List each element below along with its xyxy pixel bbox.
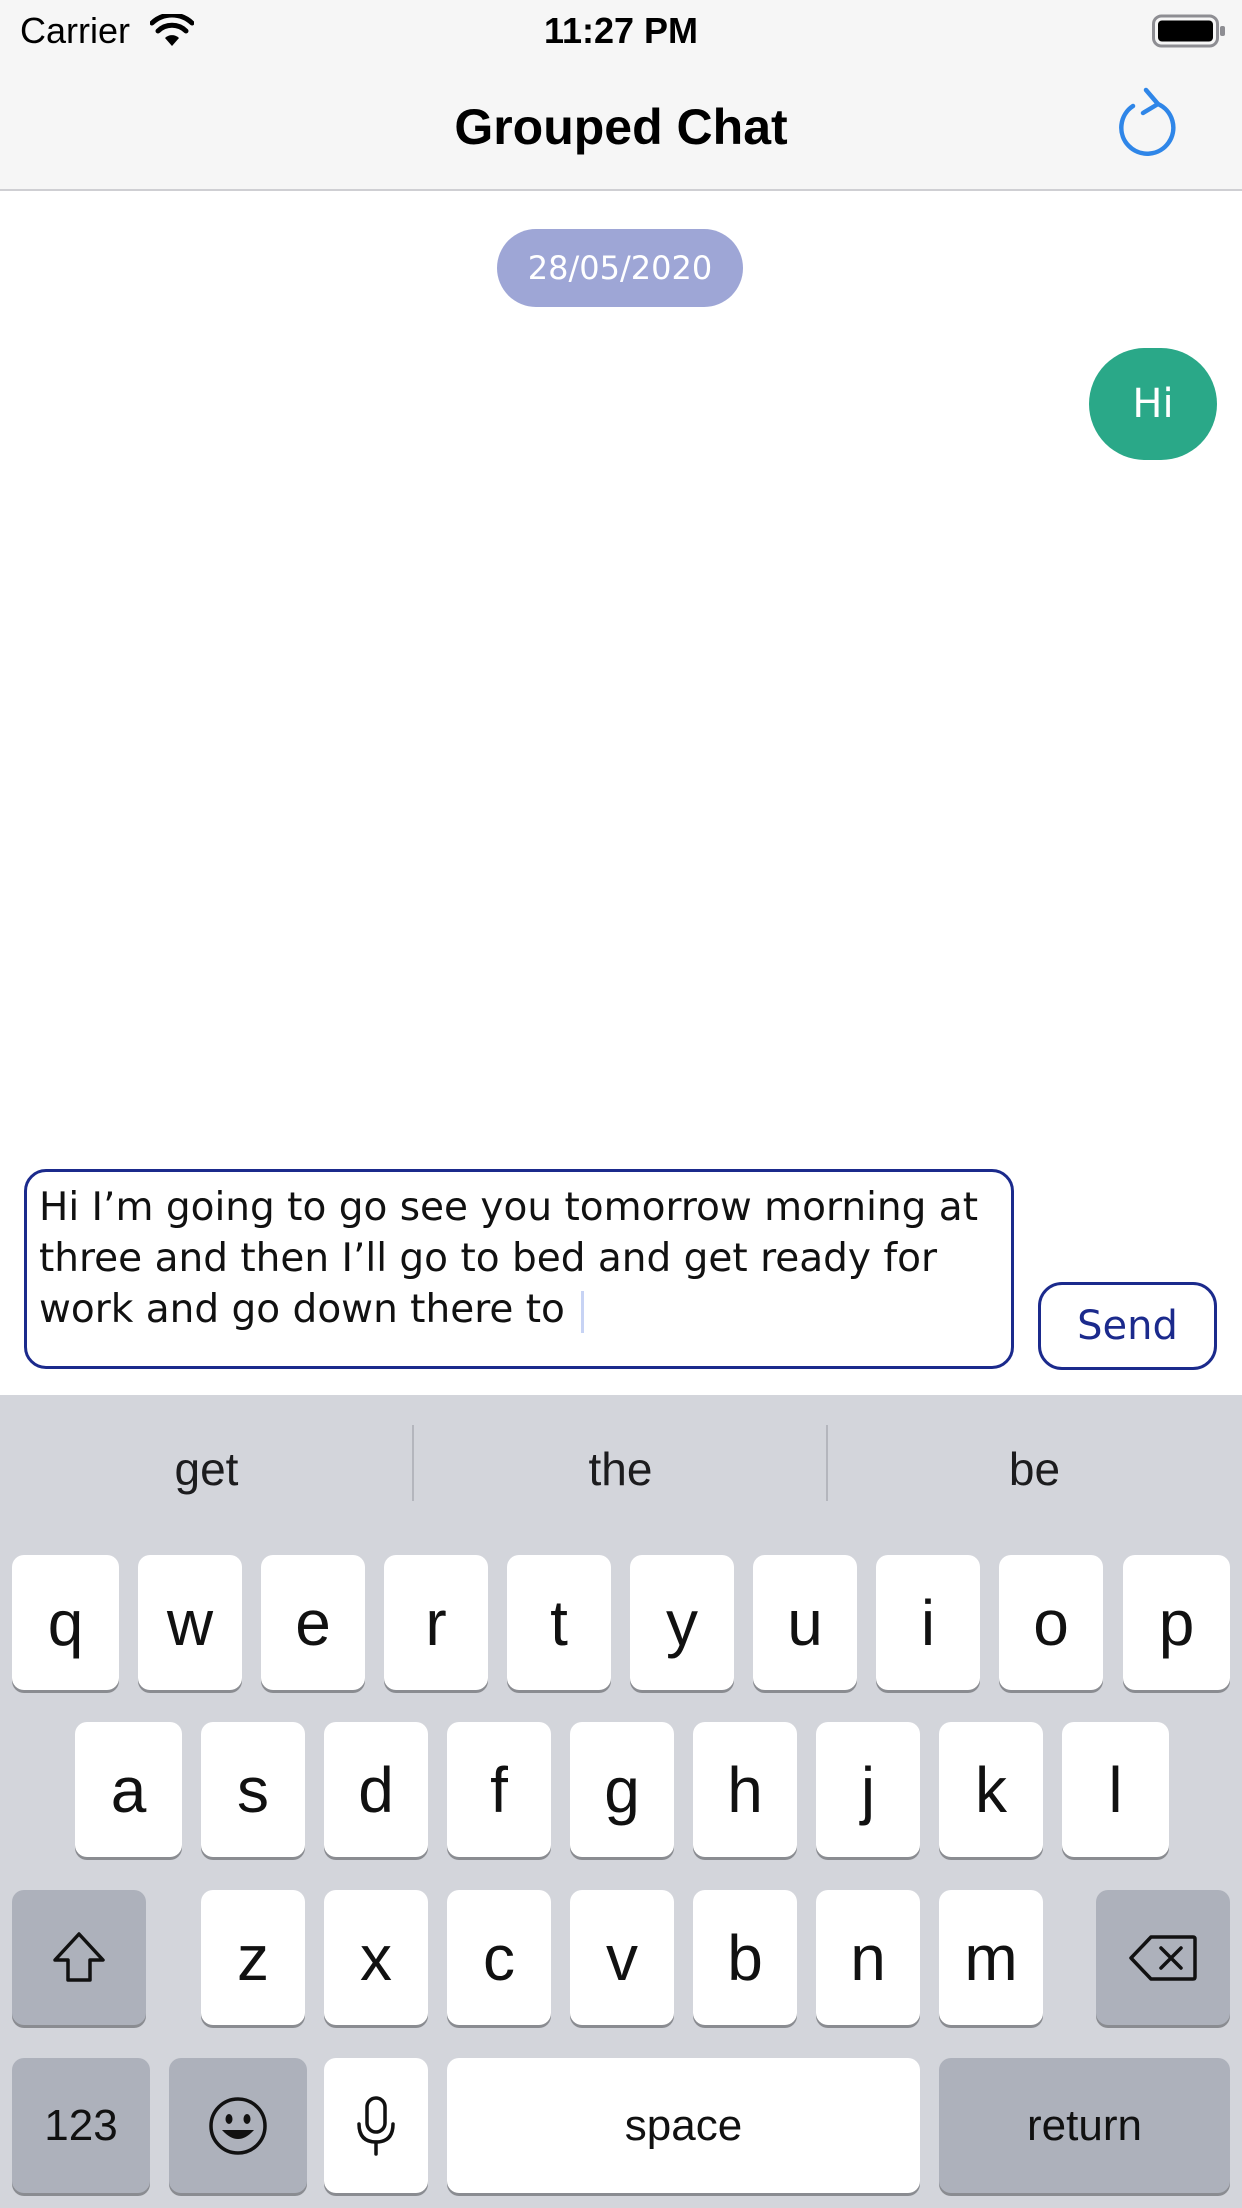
- outgoing-message[interactable]: Hi: [1089, 348, 1217, 460]
- date-separator: 28/05/2020: [497, 229, 743, 307]
- shift-icon: [53, 1931, 105, 1982]
- key-m[interactable]: m: [939, 1890, 1043, 2025]
- key-y[interactable]: y: [630, 1555, 734, 1690]
- key-v[interactable]: v: [570, 1890, 674, 2025]
- message-input[interactable]: Hi I’m going to go see you tomorrow morn…: [24, 1169, 1014, 1369]
- key-p[interactable]: p: [1123, 1555, 1230, 1690]
- suggestion-3[interactable]: be: [828, 1435, 1241, 1503]
- status-bar: Carrier 11:27 PM: [0, 0, 1242, 62]
- delete-key[interactable]: [1096, 1890, 1230, 2025]
- shift-key[interactable]: [12, 1890, 146, 2025]
- emoji-icon: [209, 2096, 267, 2155]
- space-key[interactable]: space: [447, 2058, 920, 2193]
- key-a[interactable]: a: [75, 1722, 182, 1857]
- chat-area[interactable]: 28/05/2020 Hi: [0, 191, 1242, 1165]
- key-i[interactable]: i: [876, 1555, 980, 1690]
- key-u[interactable]: u: [753, 1555, 857, 1690]
- numbers-key[interactable]: 123: [12, 2058, 150, 2193]
- key-x[interactable]: x: [324, 1890, 428, 2025]
- backspace-icon: [1129, 1934, 1197, 1981]
- key-s[interactable]: s: [201, 1722, 305, 1857]
- key-f[interactable]: f: [447, 1722, 551, 1857]
- key-l[interactable]: l: [1062, 1722, 1169, 1857]
- suggestion-1[interactable]: get: [0, 1435, 413, 1503]
- emoji-key[interactable]: [169, 2058, 307, 2193]
- key-g[interactable]: g: [570, 1722, 674, 1857]
- message-input-text: Hi I’m going to go see you tomorrow morn…: [39, 1185, 978, 1332]
- send-button[interactable]: Send: [1038, 1282, 1217, 1370]
- key-c[interactable]: c: [447, 1890, 551, 2025]
- key-n[interactable]: n: [816, 1890, 920, 2025]
- dictation-key[interactable]: [324, 2058, 428, 2193]
- page-title: Grouped Chat: [454, 99, 788, 155]
- key-h[interactable]: h: [693, 1722, 797, 1857]
- composer: Hi I’m going to go see you tomorrow morn…: [0, 1165, 1242, 1395]
- key-b[interactable]: b: [693, 1890, 797, 2025]
- keyboard: get the be q w e r t y u i o p a s d f g…: [0, 1395, 1242, 2208]
- key-z[interactable]: z: [201, 1890, 305, 2025]
- refresh-icon: [1119, 87, 1176, 156]
- return-key[interactable]: return: [939, 2058, 1230, 2193]
- battery-icon: [1152, 14, 1225, 48]
- key-r[interactable]: r: [384, 1555, 488, 1690]
- key-t[interactable]: t: [507, 1555, 611, 1690]
- key-d[interactable]: d: [324, 1722, 428, 1857]
- suggestion-2[interactable]: the: [414, 1435, 827, 1503]
- key-k[interactable]: k: [939, 1722, 1043, 1857]
- key-q[interactable]: q: [12, 1555, 119, 1690]
- refresh-button[interactable]: [1114, 82, 1186, 162]
- key-j[interactable]: j: [816, 1722, 920, 1857]
- key-w[interactable]: w: [138, 1555, 242, 1690]
- text-caret: [581, 1290, 585, 1333]
- microphone-icon: [357, 2095, 395, 2156]
- clock: 11:27 PM: [543, 10, 699, 51]
- navigation-bar: Grouped Chat: [0, 62, 1242, 191]
- key-o[interactable]: o: [999, 1555, 1103, 1690]
- key-e[interactable]: e: [261, 1555, 365, 1690]
